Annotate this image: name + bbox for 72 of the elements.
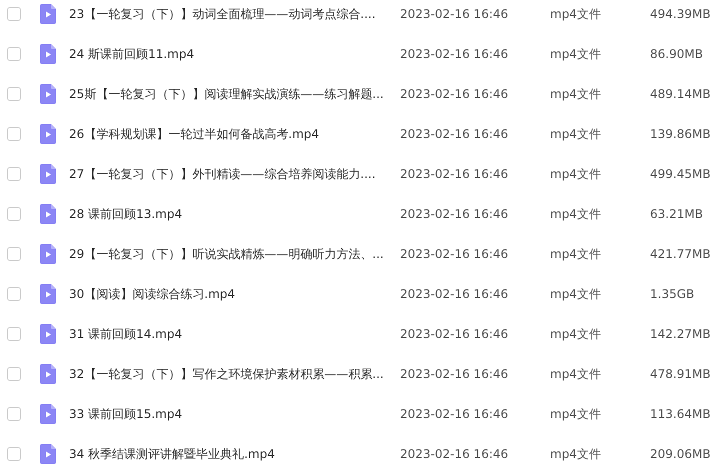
file-name[interactable]: 30【阅读】阅读综合练习.mp4 [69, 286, 387, 302]
file-type: mp4文件 [550, 246, 602, 262]
checkbox[interactable] [7, 47, 21, 61]
file-size: 209.06MB [650, 447, 711, 461]
file-size: 489.14MB [650, 87, 711, 101]
file-name[interactable]: 32【一轮复习（下）】写作之环境保护素材积累——积累... [69, 366, 387, 382]
file-size: 494.39MB [650, 7, 711, 21]
video-file-icon [40, 164, 56, 184]
file-type: mp4文件 [550, 6, 602, 22]
file-type: mp4文件 [550, 206, 602, 222]
video-file-icon [40, 204, 56, 224]
checkbox[interactable] [7, 167, 21, 181]
modified-date: 2023-02-16 16:46 [400, 327, 510, 341]
file-name[interactable]: 23【一轮复习（下）】动词全面梳理——动词考点综合.... [69, 6, 387, 22]
file-size: 499.45MB [650, 167, 711, 181]
file-name[interactable]: 28 课前回顾13.mp4 [69, 206, 387, 222]
video-file-icon [40, 364, 56, 384]
file-type: mp4文件 [550, 326, 602, 342]
video-file-icon [40, 84, 56, 104]
file-name[interactable]: 34 秋季结课测评讲解暨毕业典礼.mp4 [69, 446, 387, 462]
modified-date: 2023-02-16 16:46 [400, 367, 510, 381]
checkbox[interactable] [7, 87, 21, 101]
video-file-icon [40, 444, 56, 464]
modified-date: 2023-02-16 16:46 [400, 87, 510, 101]
file-name[interactable]: 27【一轮复习（下）】外刊精读——综合培养阅读能力.... [69, 166, 387, 182]
file-size: 478.91MB [650, 367, 711, 381]
checkbox[interactable] [7, 287, 21, 301]
checkbox[interactable] [7, 407, 21, 421]
file-type: mp4文件 [550, 406, 602, 422]
file-size: 86.90MB [650, 47, 703, 61]
file-size: 113.64MB [650, 407, 711, 421]
file-name[interactable]: 26【学科规划课】一轮过半如何备战高考.mp4 [69, 126, 387, 142]
file-type: mp4文件 [550, 366, 602, 382]
file-type: mp4文件 [550, 286, 602, 302]
modified-date: 2023-02-16 16:46 [400, 447, 510, 461]
modified-date: 2023-02-16 16:46 [400, 287, 510, 301]
checkbox[interactable] [7, 367, 21, 381]
video-file-icon [40, 324, 56, 344]
video-file-icon [40, 284, 56, 304]
modified-date: 2023-02-16 16:46 [400, 7, 510, 21]
video-file-icon [40, 44, 56, 64]
video-file-icon [40, 244, 56, 264]
modified-date: 2023-02-16 16:46 [400, 247, 510, 261]
modified-date: 2023-02-16 16:46 [400, 167, 510, 181]
file-size: 139.86MB [650, 127, 711, 141]
file-type: mp4文件 [550, 126, 602, 142]
file-size: 1.35GB [650, 287, 694, 301]
file-type: mp4文件 [550, 46, 602, 62]
video-file-icon [40, 124, 56, 144]
file-size: 421.77MB [650, 247, 711, 261]
modified-date: 2023-02-16 16:46 [400, 407, 510, 421]
checkbox[interactable] [7, 127, 21, 141]
file-name[interactable]: 31 课前回顾14.mp4 [69, 326, 387, 342]
modified-date: 2023-02-16 16:46 [400, 207, 510, 221]
file-size: 142.27MB [650, 327, 711, 341]
file-type: mp4文件 [550, 86, 602, 102]
file-name[interactable]: 25斯【一轮复习（下）】阅读理解实战演练——练习解题... [69, 86, 387, 102]
file-name[interactable]: 24 斯课前回顾11.mp4 [69, 46, 387, 62]
modified-date: 2023-02-16 16:46 [400, 127, 510, 141]
checkbox[interactable] [7, 247, 21, 261]
video-file-icon [40, 4, 56, 24]
file-name[interactable]: 33 课前回顾15.mp4 [69, 406, 387, 422]
checkbox[interactable] [7, 327, 21, 341]
checkbox[interactable] [7, 447, 21, 461]
file-name[interactable]: 29【一轮复习（下）】听说实战精炼——明确听力方法、... [69, 246, 387, 262]
file-type: mp4文件 [550, 166, 602, 182]
video-file-icon [40, 404, 56, 424]
file-size: 63.21MB [650, 207, 703, 221]
checkbox[interactable] [7, 7, 21, 21]
checkbox[interactable] [7, 207, 21, 221]
modified-date: 2023-02-16 16:46 [400, 47, 510, 61]
file-type: mp4文件 [550, 446, 602, 462]
